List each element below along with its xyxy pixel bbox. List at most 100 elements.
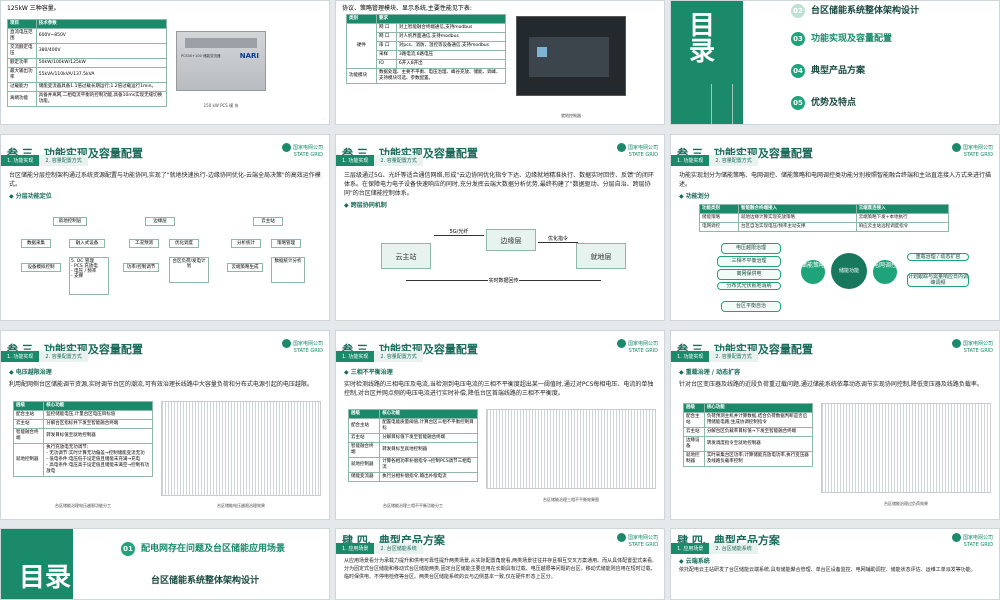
slide-body: ◆ 三相不平衡治理 实时检测线路的三相电压及电流,当检测到电压电流的三相不平衡度… — [344, 365, 656, 398]
body-text: 台区储能分层控制架构通过系统资源配置与功能协同,实现了"就地快速执行-边缘协同优… — [9, 172, 321, 188]
layer-diagram: 就地控制层 边缘层 云主站 数据采集 融入式设备 工况预测 优化调度 分析统计 … — [21, 217, 311, 307]
pill-schedule: 计划跟踪与需量响应日内调峰调频 — [907, 273, 969, 287]
diagram-box: 云主站 — [253, 217, 283, 226]
slide-function-division[interactable]: 叁 三、功能实现及容量配置 国家电网公司 STATE GRID 1. 功能实现 2.… — [670, 134, 1000, 321]
tab-capacity[interactable]: 2. 容量配置方式 — [709, 351, 758, 362]
tab-function[interactable]: 1. 功能实现 — [1, 155, 40, 166]
section-subtitle: ◆ 电压越限治理 — [9, 369, 52, 376]
tab-capacity[interactable]: 2. 容量配置方式 — [39, 351, 88, 362]
slide-cloud-system[interactable]: 肆 四、典型产品方案 国家电网公司 STATE GRID 1. 应用场景 2. 台区… — [670, 528, 1000, 600]
slide-voltage-governance[interactable]: 叁 三、功能实现及容量配置 国家电网公司 STATE GRID 1. 功能实现 2.… — [0, 330, 330, 520]
diagram-box: 边缘层 — [145, 217, 175, 226]
diagram-box: 融入式设备 — [69, 239, 105, 248]
slide-grid: 125kW 三种容量。 项目 技术参数 直流电压范围 600V~850V 交流额定电… — [0, 0, 1000, 600]
company-logo: 国家电网公司 STATE GRID — [951, 533, 993, 549]
section-tabs: 1. 功能实现 2. 容量配置方式 — [671, 351, 758, 362]
table-row: 配合主站 监控储能电压,计量台区电压目标值 — [12, 410, 153, 420]
tab-capacity[interactable]: 2. 容量配置方式 — [374, 155, 423, 166]
chart-caption: 台区储能电压越限治理效果 — [217, 503, 265, 508]
slide-toc-1[interactable]: 目录 01 配电网存在问题及台区储能应用场景 台区储能系统整体架构设计 — [0, 528, 330, 600]
tab-function[interactable]: 1. 功能实现 — [336, 155, 375, 166]
table-row: 储能策略 就地边缘计算实现充放策略 云端策略下发+本地执行 — [699, 213, 950, 223]
toc-item-03[interactable]: 03 功能实现及容量配置 — [791, 31, 892, 46]
diagram-box: 云端策略生成 — [227, 263, 263, 272]
grid-control-node: 电网调控 — [873, 260, 897, 284]
slide-typical-scenarios[interactable]: 肆 四、典型产品方案 国家电网公司 STATE GRID 1. 应用场景 2. 台区… — [335, 528, 665, 600]
tab-function[interactable]: 1. 功能实现 — [336, 351, 375, 362]
table-row: 硬件网 口对上智能融合终端通信,支持modbus — [346, 23, 507, 69]
table-row: 就地控制器 实时采集台区功率;计算储能充放电功率,执行变压器及线路负载率控制 — [683, 451, 814, 467]
toc-item-01[interactable]: 01 配电网存在问题及台区储能应用场景 — [121, 541, 285, 556]
slide-local-controller[interactable]: 协议、策略管理模块、显示系统,主要性能见下表: 类别 要求 硬件网 口对上智能融合… — [335, 0, 665, 125]
table-row: 智能融合终端 转发目标至就地控制器 — [347, 442, 478, 458]
tab-system[interactable]: 2. 台区储能系统 — [709, 543, 758, 554]
tab-capacity[interactable]: 2. 容量配置方式 — [709, 155, 758, 166]
section-tabs: 1. 应用场景 2. 台区储能系统 — [336, 543, 423, 554]
section-tabs: 1. 功能实现 2. 容量配置方式 — [336, 351, 423, 362]
section-subtitle: ◆ 分层功能定位 — [9, 193, 52, 200]
section-subtitle: ◆ 三相不平衡治理 — [344, 369, 393, 376]
section-subtitle: ◆ 功能划分 — [679, 193, 710, 200]
slide-body: 三层级通过5G、光纤等适合通信网络,形成"云边协同优化指令下达、边缘就地精准执行… — [344, 171, 656, 213]
diagram-box: 策略管理 — [271, 239, 301, 248]
table-row: 智能融合终端 转发目标值至就地控制器 — [12, 428, 153, 444]
storage-function-node: 储能功能 — [831, 253, 867, 289]
edge-layer-box: 边缘层 — [486, 229, 536, 251]
toc-item-02[interactable]: 台区储能系统整体架构设计 — [151, 573, 259, 586]
table-row: 额定功率 50kW/100kW/125kW — [7, 58, 168, 68]
diagram-box: 设备模拟控制 — [21, 263, 61, 272]
chart-caption: 台区储能治理过负荷效果 — [884, 501, 928, 506]
pill-autonomy: 台区平衡自治 — [721, 301, 781, 312]
pcs-param-table: 项目 技术参数 直流电压范围 600V~850V 交流额定电压 380/400V 额定… — [7, 19, 168, 107]
unbalance-chart-image — [486, 409, 656, 489]
company-logo: 国家电网公司 STATE GRID — [951, 339, 993, 355]
tab-function[interactable]: 1. 功能实现 — [671, 155, 710, 166]
section-tabs: 1. 功能实现 2. 容量配置方式 — [671, 155, 758, 166]
toc-title: 目录 — [689, 11, 716, 67]
section-tabs: 1. 功能实现 2. 容量配置方式 — [1, 351, 88, 362]
table-caption: 台区储能治理电压越限功能分工 — [55, 503, 111, 508]
table-row: 就地控制器 计算各相功率补偿指令→控制PCS调节三相电流 — [347, 457, 478, 473]
diagram-box: 台区负荷/发电计划 — [169, 257, 209, 283]
toc-item-05[interactable]: 05 优势及特点 — [791, 95, 856, 110]
slide-unbalance-governance[interactable]: 叁 三、功能实现及容量配置 国家电网公司 STATE GRID 1. 功能实现 2.… — [335, 330, 665, 520]
controller-spec-table: 类别 要求 硬件网 口对上智能融合终端通信,支持modbus 网 口对人机界面通信… — [346, 14, 507, 84]
slide-overload-governance[interactable]: 叁 三、功能实现及容量配置 国家电网公司 STATE GRID 1. 功能实现 2.… — [670, 330, 1000, 520]
voltage-table: 层级 核心功能 配合主站 监控储能电压,计量台区电压目标值 云主站 分解台区指标并下发… — [12, 401, 153, 477]
table-row: 功能模块 数据处理、主要不平衡、电压治理、峰谷充放、储能、调峰、支持模块可选、参数… — [346, 68, 506, 84]
link-optimize: 优化指令 — [538, 236, 578, 250]
tab-function[interactable]: 1. 功能实现 — [671, 351, 710, 362]
slide-layered-function[interactable]: 叁 三、功能实现及容量配置 国家电网公司 STATE GRID 1. 功能实现 2.… — [0, 134, 330, 321]
tab-system[interactable]: 2. 台区储能系统 — [374, 543, 423, 554]
link-feedback: 实时数据回传 — [406, 278, 601, 288]
body-text: 利用配网侧台区储能调节资源,实时调节台区的潮流,可有效治理长线路中大容量负荷和分… — [9, 381, 313, 388]
controller-image — [516, 16, 626, 96]
slide-pcs-parameters[interactable]: 125kW 三种容量。 项目 技术参数 直流电压范围 600V~850V 交流额定电… — [0, 0, 330, 125]
section-tabs: 1. 应用场景 2. 台区储能系统 — [671, 543, 758, 554]
pill-unbalance: 三相不平衡治理 — [717, 256, 781, 267]
company-logo: 国家电网公司 STATE GRID — [616, 339, 658, 355]
brand-label: NARI — [239, 52, 259, 60]
table-header: 要求 — [376, 14, 506, 24]
pcs-device-image: NARI PCS50+100 储能变流器 — [176, 31, 266, 91]
table-row: 最大输出功率 55kVA/110kVA/137.5kVA — [7, 67, 168, 83]
table-row: 云主站 分解台区指标并下发至智能融合终端 — [12, 419, 153, 429]
slide-intro: 协议、策略管理模块、显示系统,主要性能见下表: — [342, 5, 472, 12]
device-label: PCS50+100 储能变流器 — [181, 54, 221, 58]
toc-item-02[interactable]: 02 台区储能系统整体架构设计 — [791, 3, 919, 18]
overload-chart-image — [821, 403, 991, 493]
tab-scenario[interactable]: 1. 应用场景 — [336, 543, 375, 554]
company-logo: 国家电网公司 STATE GRID — [281, 143, 323, 159]
slide-cross-layer[interactable]: 叁 三、功能实现及容量配置 国家电网公司 STATE GRID 1. 功能实现 2.… — [335, 134, 665, 321]
image-caption: 150 kW PCS 模 块 — [203, 103, 239, 108]
slide-body: ◆ 电压越限治理 利用配网侧台区储能调节资源,实时调节台区的潮流,可有效治理长线… — [9, 365, 321, 389]
local-layer-box: 就地层 — [576, 243, 626, 269]
toc-item-04[interactable]: 04 典型产品方案 — [791, 63, 865, 78]
tab-capacity[interactable]: 2. 容量配置方式 — [39, 155, 88, 166]
tab-scenario[interactable]: 1. 应用场景 — [671, 543, 710, 554]
overload-table: 层级 核心功能 配合主站 负荷预测主机并计算数据,结合负荷数据判断是否启用储能电路;… — [683, 403, 814, 467]
tab-capacity[interactable]: 2. 容量配置方式 — [374, 351, 423, 362]
slide-toc-2[interactable]: 目录 02 台区储能系统整体架构设计 03 功能实现及容量配置 04 典型产品方案 0… — [670, 0, 1000, 125]
table-row: 配合主站 配置电能质量阈值,计算台区三相不平衡控制目标 — [347, 418, 478, 434]
tab-function[interactable]: 1. 功能实现 — [1, 351, 40, 362]
